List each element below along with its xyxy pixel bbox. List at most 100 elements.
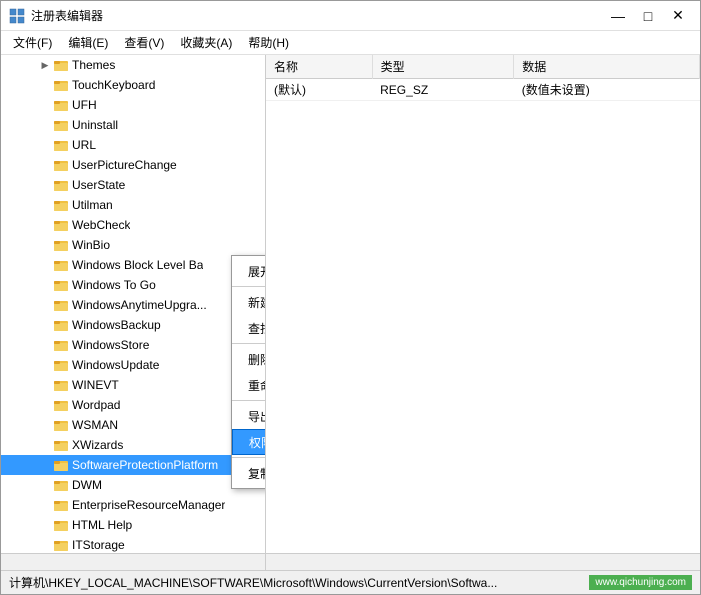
folder-icon bbox=[53, 277, 69, 293]
tree-item-windowsupdate[interactable]: WindowsUpdate bbox=[1, 355, 265, 375]
folder-icon bbox=[53, 337, 69, 353]
menu-view[interactable]: 查看(V) bbox=[116, 32, 172, 53]
folder-icon bbox=[53, 97, 69, 113]
context-menu: 展开 新建(N) ▶ 查找(F)... 删除(D) 重命名(R) 导出(E) 权… bbox=[231, 255, 266, 489]
menu-favorites[interactable]: 收藏夹(A) bbox=[172, 32, 240, 53]
ctx-rename[interactable]: 重命名(R) bbox=[232, 372, 266, 398]
tree-item-themes[interactable]: ▶ Themes bbox=[1, 55, 265, 75]
tree-item-winbio[interactable]: WinBio bbox=[1, 235, 265, 255]
ctx-export[interactable]: 导出(E) bbox=[232, 403, 266, 429]
tree-label: WindowsStore bbox=[72, 338, 149, 352]
tree-label: WindowsAnytimeUpgra... bbox=[72, 298, 207, 312]
tree-item-softwareprotection[interactable]: SoftwareProtectionPlatform bbox=[1, 455, 265, 475]
tree-item-dwm[interactable]: DWM bbox=[1, 475, 265, 495]
tree-item-windowsstore[interactable]: WindowsStore bbox=[1, 335, 265, 355]
tree-item-url[interactable]: URL bbox=[1, 135, 265, 155]
tree-label: XWizards bbox=[72, 438, 123, 452]
tree-label: EnterpriseResourceManager bbox=[72, 498, 225, 512]
expand-arrow bbox=[37, 517, 53, 533]
tree-item-htmlhelp[interactable]: HTML Help bbox=[1, 515, 265, 535]
tree-item-enterpriseresource[interactable]: EnterpriseResourceManager bbox=[1, 495, 265, 515]
tree-label: WindowsUpdate bbox=[72, 358, 159, 372]
minimize-button[interactable]: — bbox=[604, 5, 632, 27]
main-content: ▶ Themes TouchKeyboard UFH bbox=[1, 55, 700, 553]
tree-item-wsman[interactable]: WSMAN bbox=[1, 415, 265, 435]
tree-label: TouchKeyboard bbox=[72, 78, 155, 92]
tree-label: HTML Help bbox=[72, 518, 132, 532]
ctx-delete[interactable]: 删除(D) bbox=[232, 346, 266, 372]
menubar: 文件(F) 编辑(E) 查看(V) 收藏夹(A) 帮助(H) bbox=[1, 31, 700, 55]
folder-icon bbox=[53, 177, 69, 193]
tree-item-touchkeyboard[interactable]: TouchKeyboard bbox=[1, 75, 265, 95]
ctx-copy-name[interactable]: 复制项名称(C) bbox=[232, 460, 266, 486]
folder-icon bbox=[53, 457, 69, 473]
tree-item-uninstall[interactable]: Uninstall bbox=[1, 115, 265, 135]
registry-table: 名称 类型 数据 (默认) REG_SZ (数值未设置) bbox=[266, 55, 700, 553]
tree-item-windowsanytime[interactable]: WindowsAnytimeUpgra... bbox=[1, 295, 265, 315]
titlebar-left: 注册表编辑器 bbox=[9, 7, 103, 24]
titlebar: 注册表编辑器 — □ ✕ bbox=[1, 1, 700, 31]
tree-panel: ▶ Themes TouchKeyboard UFH bbox=[1, 55, 266, 553]
folder-icon bbox=[53, 157, 69, 173]
ctx-separator bbox=[232, 343, 266, 344]
menu-help[interactable]: 帮助(H) bbox=[240, 32, 297, 53]
expand-arrow bbox=[37, 537, 53, 553]
ctx-separator bbox=[232, 457, 266, 458]
tree-item-windowstogo[interactable]: Windows To Go bbox=[1, 275, 265, 295]
bottom-scrollbars bbox=[1, 553, 700, 570]
regedit-icon bbox=[9, 8, 25, 24]
folder-icon bbox=[53, 417, 69, 433]
ctx-find[interactable]: 查找(F)... bbox=[232, 315, 266, 341]
folder-icon bbox=[53, 477, 69, 493]
close-button[interactable]: ✕ bbox=[664, 5, 692, 27]
tree-label: Wordpad bbox=[72, 398, 120, 412]
tree-label: URL bbox=[72, 138, 96, 152]
ctx-new[interactable]: 新建(N) ▶ bbox=[232, 289, 266, 315]
tree-item-xwizards[interactable]: XWizards bbox=[1, 435, 265, 455]
tree-label: Windows To Go bbox=[72, 278, 156, 292]
right-hscroll[interactable] bbox=[266, 554, 700, 570]
table-row[interactable]: (默认) REG_SZ (数值未设置) bbox=[266, 79, 700, 101]
tree-item-webcheck[interactable]: WebCheck bbox=[1, 215, 265, 235]
ctx-separator bbox=[232, 286, 266, 287]
folder-icon bbox=[53, 317, 69, 333]
titlebar-controls: — □ ✕ bbox=[604, 5, 692, 27]
tree-item-ufh[interactable]: UFH bbox=[1, 95, 265, 115]
expand-arrow: ▶ bbox=[37, 57, 53, 73]
folder-icon bbox=[53, 57, 69, 73]
tree-item-userstate[interactable]: UserState bbox=[1, 175, 265, 195]
tree-item-utilman[interactable]: Utilman bbox=[1, 195, 265, 215]
cell-type: REG_SZ bbox=[372, 79, 514, 101]
tree-label: SoftwareProtectionPlatform bbox=[72, 458, 218, 472]
tree-item-windowsbackup[interactable]: WindowsBackup bbox=[1, 315, 265, 335]
menu-file[interactable]: 文件(F) bbox=[5, 32, 60, 53]
folder-icon bbox=[53, 377, 69, 393]
status-path: 计算机\HKEY_LOCAL_MACHINE\SOFTWARE\Microsof… bbox=[9, 574, 497, 591]
tree-item-winevt[interactable]: WINEVT bbox=[1, 375, 265, 395]
tree-item-itstorage[interactable]: ITStorage bbox=[1, 535, 265, 553]
maximize-button[interactable]: □ bbox=[634, 5, 662, 27]
tree-label: Windows Block Level Ba bbox=[72, 258, 203, 272]
tree-item-userpicturechange[interactable]: UserPictureChange bbox=[1, 155, 265, 175]
col-type: 类型 bbox=[372, 55, 514, 79]
statusbar: 计算机\HKEY_LOCAL_MACHINE\SOFTWARE\Microsof… bbox=[1, 570, 700, 594]
cell-name: (默认) bbox=[266, 79, 372, 101]
tree-item-wordpad[interactable]: Wordpad bbox=[1, 395, 265, 415]
expand-arrow bbox=[37, 497, 53, 513]
watermark: www.qichunjing.com bbox=[589, 575, 692, 590]
folder-icon bbox=[53, 197, 69, 213]
tree-label: WINEVT bbox=[72, 378, 119, 392]
folder-icon bbox=[53, 437, 69, 453]
tree-item-windows-block[interactable]: Windows Block Level Ba bbox=[1, 255, 265, 275]
ctx-new-label: 新建(N) bbox=[248, 294, 266, 311]
tree-label: WinBio bbox=[72, 238, 110, 252]
folder-icon bbox=[53, 517, 69, 533]
tree-label: ITStorage bbox=[72, 538, 125, 552]
ctx-expand[interactable]: 展开 bbox=[232, 258, 266, 284]
tree-hscroll[interactable] bbox=[1, 554, 266, 570]
tree-label: Uninstall bbox=[72, 118, 118, 132]
folder-icon bbox=[53, 537, 69, 553]
ctx-permissions[interactable]: 权限(P)... bbox=[232, 429, 266, 455]
menu-edit[interactable]: 编辑(E) bbox=[60, 32, 116, 53]
folder-icon bbox=[53, 357, 69, 373]
